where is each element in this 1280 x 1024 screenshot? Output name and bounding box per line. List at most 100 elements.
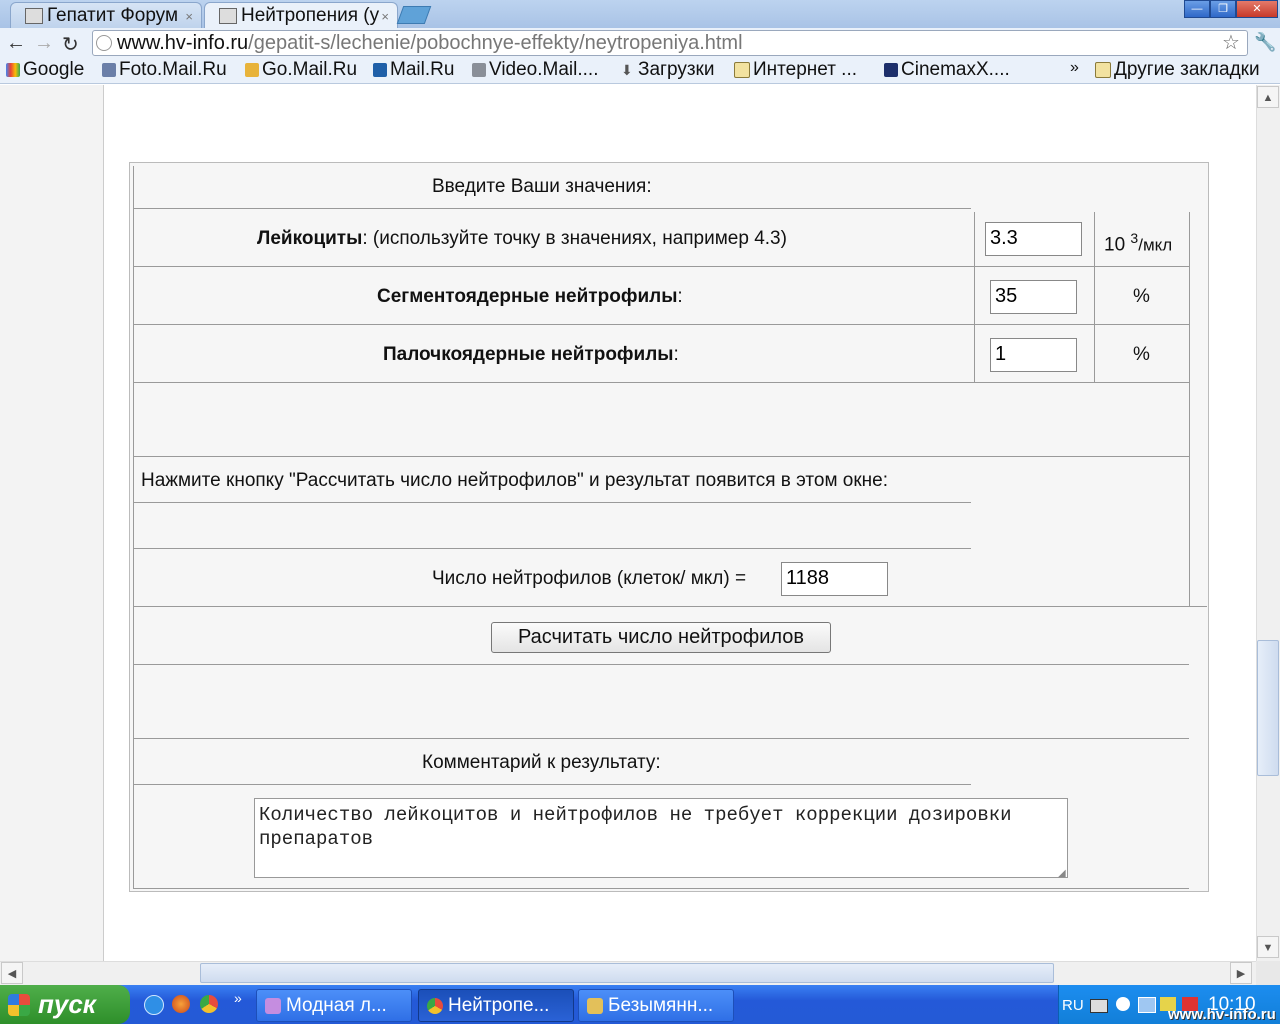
leukocytes-hint: : (используйте точку в значениях, наприм… [362,228,787,249]
minimize-window-button[interactable]: — [1184,0,1210,18]
vertical-scroll-thumb[interactable] [1257,640,1279,776]
maximize-window-button[interactable]: ❐ [1210,0,1236,18]
bookmark-label: Foto.Mail.Ru [119,59,227,80]
neutrophil-calculator [129,162,1209,892]
bookmark-internet-folder[interactable]: Интернет ... [734,59,857,81]
keyboard-icon[interactable] [1090,999,1108,1013]
bookmark-google[interactable]: Google [6,59,84,81]
segmented-label-row: Сегментоядерные нейтрофилы: [377,286,683,308]
firefox-quicklaunch-icon[interactable] [172,995,190,1013]
bookmark-go-mail[interactable]: Go.Mail.Ru [245,59,357,81]
site-watermark: www.hv-info.ru [1168,1006,1276,1023]
divider [1094,212,1095,382]
segmented-label: Сегментоядерные нейтрофилы [377,286,678,307]
quicklaunch-overflow-chevron[interactable]: » [234,990,242,1006]
url-path: /gepatit-s/lechenie/pobochnye-effekty/ne… [248,32,743,54]
page-info-icon[interactable] [96,35,112,51]
address-bar[interactable]: www.hv-info.ru/gepatit-s/lechenie/poboch… [92,30,1248,56]
taskbar-item-modnaya[interactable]: Модная л... [256,989,412,1022]
forward-arrow-icon[interactable]: → [34,32,54,55]
unit-rest: /мкл [1138,235,1173,255]
close-window-button[interactable]: ✕ [1236,0,1278,18]
taskbar-item-neytropeniya[interactable]: Нейтропе... [418,989,574,1022]
foto-mail-icon [102,63,116,77]
language-indicator[interactable]: RU [1062,997,1084,1014]
divider [133,888,1189,889]
ie-quicklaunch-icon[interactable] [144,995,164,1015]
divider [974,212,975,382]
bookmark-mail-ru[interactable]: Mail.Ru [373,59,454,81]
scroll-right-arrow-icon[interactable]: ▶ [1230,962,1252,984]
bookmark-label: Интернет ... [753,59,858,80]
divider [133,166,134,888]
band-label-row: Палочкоядерные нейтрофилы: [383,344,679,366]
star-app-icon [265,997,281,1014]
band-label: Палочкоядерные нейтрофилы [383,344,674,365]
bookmarks-overflow-chevron[interactable]: » [1070,59,1079,77]
leukocytes-label-row: Лейкоциты: (используйте точку в значения… [257,228,787,250]
vertical-scrollbar[interactable] [1256,85,1280,961]
tab-gepatit-forum[interactable]: Гепатит Форум × [10,2,202,28]
bookmark-video-mail[interactable]: Video.Mail.... [472,59,598,81]
scroll-left-arrow-icon[interactable]: ◀ [1,962,23,984]
chrome-quicklaunch-icon[interactable] [200,995,218,1013]
calculate-button[interactable]: Расчитать число нейтрофилов [491,622,831,653]
network-icon[interactable] [1138,997,1156,1013]
tab-close-icon[interactable]: × [381,9,389,24]
task-label: Нейтропе... [448,994,550,1016]
comment-textarea[interactable]: Количество лейкоцитов и нейтрофилов не т… [254,798,1068,878]
divider [133,738,1189,739]
tray-expand-icon[interactable] [1116,997,1130,1011]
tab-neutropenia[interactable]: Нейтропения (у × [204,2,398,28]
divider [133,324,1189,325]
page-favicon-icon [219,7,237,24]
band-neutrophils-input[interactable]: 1 [990,338,1077,372]
bookmark-label: Другие закладки [1114,59,1260,80]
label-suffix: : [677,286,683,307]
google-icon [6,63,20,77]
task-label: Модная л... [286,994,387,1016]
instruction-text: Нажмите кнопку "Рассчитать число нейтроф… [141,470,889,491]
start-button[interactable]: пуск [0,985,130,1024]
start-label: пуск [38,989,96,1019]
cinemaxx-icon [884,63,898,77]
tab-label: Гепатит Форум [47,4,179,26]
segmented-neutrophils-input[interactable]: 35 [990,280,1077,314]
label-suffix: : [673,344,679,365]
taskbar-item-bezymyanny[interactable]: Безымянн... [578,989,734,1022]
bookmark-foto-mail[interactable]: Foto.Mail.Ru [102,59,227,81]
leukocytes-input[interactable]: 3.3 [985,222,1082,256]
paint-icon [587,997,603,1014]
bookmark-cinemaxx[interactable]: CinemaxX.... [884,59,1010,81]
wrench-menu-icon[interactable]: 🔧 [1254,32,1276,53]
divider [133,208,971,209]
divider [133,784,971,785]
back-arrow-icon[interactable]: ← [6,32,26,55]
url-host: www.hv-info.ru [117,32,249,54]
chrome-icon [427,997,443,1014]
windows-logo-icon [8,993,30,1016]
tab-label: Нейтропения (у [241,4,380,26]
divider [133,502,971,503]
comment-header: Комментарий к результату: [422,752,661,773]
resize-grip-icon[interactable]: ◢ [1058,868,1066,879]
reload-icon[interactable]: ↻ [62,32,79,57]
tab-close-icon[interactable]: × [185,9,193,24]
unit-base: 10 [1104,234,1131,256]
horizontal-scroll-thumb[interactable] [200,963,1054,983]
key-icon [245,63,259,77]
bookmark-star-icon[interactable]: ☆ [1222,30,1240,55]
mail-ru-icon [373,63,387,77]
bookmark-label: Video.Mail.... [489,59,599,80]
folder-icon [734,62,750,78]
bookmark-label: Go.Mail.Ru [262,59,358,80]
result-output[interactable]: 1188 [781,562,888,596]
leukocytes-unit: 10 3/мкл [1104,230,1172,256]
segmented-unit: % [1133,286,1150,307]
scroll-up-arrow-icon[interactable]: ▲ [1257,86,1279,108]
divider [1189,212,1190,606]
scroll-down-arrow-icon[interactable]: ▼ [1257,936,1279,958]
other-bookmarks-folder[interactable]: Другие закладки [1095,59,1260,81]
divider [133,456,1189,457]
bookmark-downloads[interactable]: ⬇ Загрузки [621,59,714,81]
